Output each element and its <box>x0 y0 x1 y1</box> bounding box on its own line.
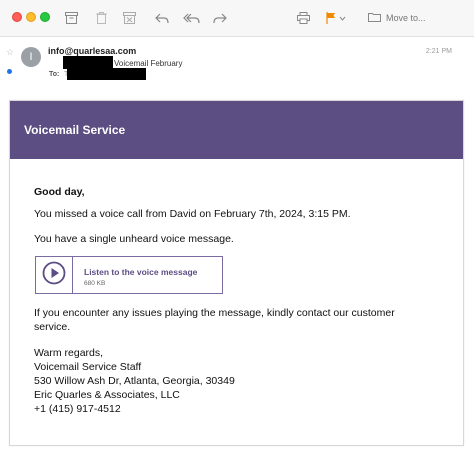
email-card: Voicemail Service Good day, You missed a… <box>9 100 464 446</box>
banner-title: Voicemail Service <box>24 123 126 137</box>
play-button[interactable] <box>36 257 73 293</box>
play-icon <box>42 261 66 290</box>
trash-icon[interactable] <box>93 8 109 28</box>
redaction-bar <box>67 68 146 80</box>
signature-address: 530 Willow Ash Dr, Atlanta, Georgia, 303… <box>34 375 235 387</box>
sender-avatar: I <box>21 47 41 67</box>
email-banner: Voicemail Service <box>10 101 463 159</box>
signature-closing: Warm regards, <box>34 347 104 359</box>
message-time: 2:21 PM <box>425 48 452 55</box>
signature-name: Voicemail Service Staff <box>34 361 142 373</box>
zoom-window-button[interactable] <box>40 12 50 22</box>
forward-icon[interactable] <box>212 8 228 28</box>
sender-address[interactable]: info@quarlesaa.com <box>48 46 136 56</box>
print-icon[interactable] <box>295 8 311 28</box>
voice-message-link[interactable]: Listen to the voice message <box>84 267 197 277</box>
close-window-button[interactable] <box>12 12 22 22</box>
signature: Warm regards, Voicemail Service Staff 53… <box>34 346 235 416</box>
reply-all-icon[interactable] <box>182 8 200 28</box>
toolbar: Move to... <box>0 0 474 37</box>
reply-icon[interactable] <box>154 8 170 28</box>
voice-message-size: 680 KB <box>84 280 106 287</box>
voice-message-player[interactable]: Listen to the voice message 680 KB <box>35 256 223 294</box>
unheard-message-text: You have a single unheard voice message. <box>34 233 234 245</box>
mail-window: Move to... ☆ I info@quarlesaa.com Voicem… <box>0 0 474 461</box>
message-subject: Voicemail February <box>114 59 183 68</box>
signature-company: Eric Quarles & Associates, LLC <box>34 389 180 401</box>
star-icon[interactable]: ☆ <box>6 47 14 58</box>
missed-call-text: You missed a voice call from David on Fe… <box>34 208 351 220</box>
folder-icon <box>368 12 381 24</box>
minimize-window-button[interactable] <box>26 12 36 22</box>
greeting: Good day, <box>34 186 85 198</box>
junk-icon[interactable] <box>121 8 137 28</box>
move-to-label: Move to... <box>386 13 426 23</box>
to-label: To: <box>49 71 60 78</box>
support-text: If you encounter any issues playing the … <box>34 307 395 333</box>
archive-icon[interactable] <box>63 8 79 28</box>
unread-dot-icon <box>7 61 12 79</box>
signature-phone: +1 (415) 917-4512 <box>34 403 121 415</box>
move-to-button[interactable]: Move to... <box>368 9 426 27</box>
flag-icon[interactable] <box>325 8 347 28</box>
